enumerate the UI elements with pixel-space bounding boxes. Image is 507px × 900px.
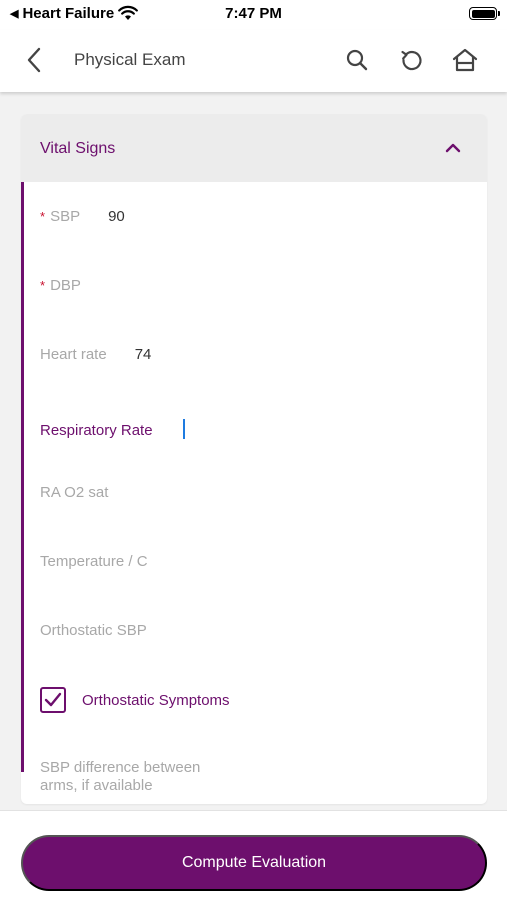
text-cursor	[182, 419, 185, 439]
orthostatic-symptoms-row[interactable]: Orthostatic Symptoms	[40, 687, 230, 713]
battery-icon	[469, 7, 500, 20]
status-back-to-app[interactable]: ◀ Heart Failure	[10, 5, 114, 22]
orthostatic-sbp-field[interactable]: Orthostatic SBP	[40, 622, 147, 639]
respiratory-rate-field[interactable]: Respiratory Rate	[40, 415, 185, 439]
sbp-difference-field[interactable]: SBP difference between arms, if availabl…	[40, 759, 240, 795]
field-label: RA O2 sat	[40, 484, 109, 501]
back-chevron-icon	[27, 47, 41, 73]
vital-signs-body: * SBP 90 * DBP Heart rate 74 Respiratory…	[21, 182, 487, 804]
wifi-icon	[118, 5, 138, 20]
field-label: Orthostatic SBP	[40, 622, 147, 639]
home-button[interactable]	[450, 45, 480, 75]
search-icon	[346, 49, 368, 71]
checkbox-label: Orthostatic Symptoms	[82, 691, 230, 709]
back-triangle-icon: ◀	[10, 8, 19, 20]
ra-o2-sat-field[interactable]: RA O2 sat	[40, 484, 108, 501]
required-marker: *	[40, 278, 46, 293]
search-button[interactable]	[342, 45, 372, 75]
field-value[interactable]: 74	[135, 346, 152, 363]
checkmark-icon	[44, 692, 62, 707]
orthostatic-symptoms-checkbox[interactable]	[40, 687, 66, 713]
nav-bar: Physical Exam	[0, 30, 507, 92]
section-accent-bar	[21, 182, 24, 772]
field-label: Heart rate	[40, 346, 107, 363]
status-bar: ◀ Heart Failure 7:47 PM	[0, 0, 507, 30]
vital-signs-header[interactable]: Vital Signs	[21, 114, 487, 182]
dbp-field[interactable]: * DBP	[40, 277, 109, 294]
compute-evaluation-button[interactable]: Compute Evaluation	[21, 835, 487, 891]
status-back-app-label: Heart Failure	[22, 5, 115, 22]
back-button[interactable]	[18, 44, 50, 76]
field-label: SBP	[50, 208, 81, 225]
field-label: Respiratory Rate	[40, 422, 153, 439]
field-label: Temperature / C	[40, 553, 148, 570]
content-area: Vital Signs * SBP 90 * DBP Heart rate 74…	[0, 92, 507, 810]
section-title: Vital Signs	[40, 140, 116, 157]
sbp-field[interactable]: * SBP 90	[40, 208, 125, 225]
vital-signs-card: Vital Signs * SBP 90 * DBP Heart rate 74…	[21, 114, 487, 804]
reset-icon	[401, 50, 422, 71]
field-value[interactable]: 90	[108, 208, 125, 225]
field-label: DBP	[50, 277, 81, 294]
chevron-up-icon	[445, 143, 461, 153]
heart-rate-field[interactable]: Heart rate 74	[40, 346, 151, 363]
temperature-field[interactable]: Temperature / C	[40, 553, 148, 570]
required-marker: *	[40, 209, 46, 224]
home-icon	[452, 48, 478, 72]
page-title: Physical Exam	[74, 50, 186, 69]
bottom-action-bar: Compute Evaluation	[0, 810, 507, 900]
reset-button[interactable]	[397, 45, 427, 75]
collapse-button[interactable]	[443, 138, 463, 158]
